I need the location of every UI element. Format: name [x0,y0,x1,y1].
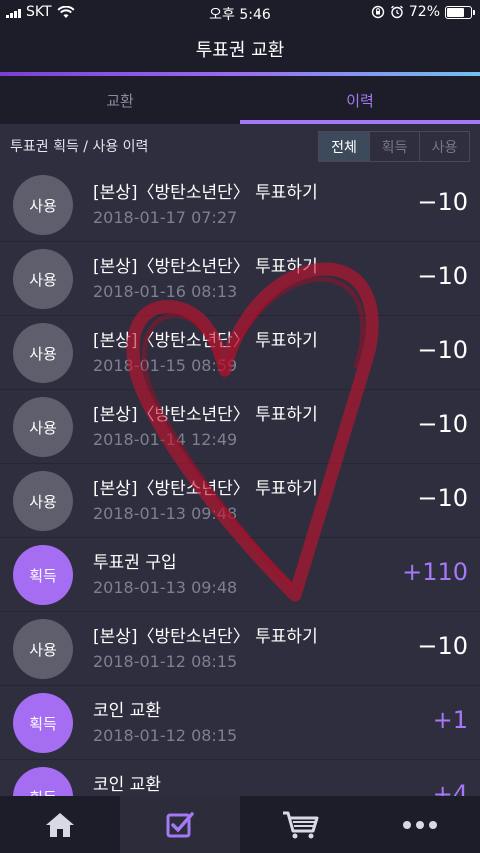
vote-check-icon [166,811,194,837]
status-bar: SKT 오후 5:46 72% [0,0,480,26]
battery-percent: 72% [408,4,440,20]
item-date: 2018-01-17 07:27 [93,208,238,227]
nav-vote[interactable] [120,796,240,853]
item-date: 2018-01-12 08:15 [93,652,238,671]
nav-home[interactable] [0,796,120,853]
item-date: 2018-01-13 09:48 [93,578,238,597]
rotation-lock-icon [371,5,385,19]
item-amount: +110 [402,558,468,586]
list-item[interactable]: 획득 코인 교환 2018-01-12 08:15 +1 [0,686,480,760]
nav-more[interactable] [360,796,480,853]
item-title: [본상]〈방탄소년단〉 투표하기 [93,405,318,425]
acquire-badge: 획득 [13,767,73,796]
item-amount: −10 [417,262,468,290]
page-title: 투표권 교환 [0,26,480,72]
item-title: [본상]〈방탄소년단〉 투표하기 [93,479,318,499]
item-amount: −10 [417,336,468,364]
item-date: 2018-01-13 09:48 [93,504,238,523]
list-item[interactable]: 사용 [본상]〈방탄소년단〉 투표하기 2018-01-12 08:15 −10 [0,612,480,686]
cart-icon [283,811,319,838]
list-item[interactable]: 획득 투표권 구입 2018-01-13 09:48 +110 [0,538,480,612]
item-amount: +1 [432,706,468,734]
item-date: 2018-01-15 08:59 [93,356,238,375]
item-amount: −10 [417,188,468,216]
battery-icon [445,5,475,19]
item-date: 2018-01-14 12:49 [93,430,238,449]
item-title: [본상]〈방탄소년단〉 투표하기 [93,627,318,647]
list-item[interactable]: 사용 [본상]〈방탄소년단〉 투표하기 2018-01-13 09:48 −10 [0,464,480,538]
item-title: 투표권 구입 [93,553,177,573]
use-badge: 사용 [13,175,73,235]
tab-exchange[interactable]: 교환 [0,76,240,124]
list-item[interactable]: 사용 [본상]〈방탄소년단〉 투표하기 2018-01-15 08:59 −10 [0,316,480,390]
list-item[interactable]: 사용 [본상]〈방탄소년단〉 투표하기 2018-01-14 12:49 −10 [0,390,480,464]
alarm-icon [390,5,403,19]
tab-history[interactable]: 이력 [240,76,480,124]
item-amount: −10 [417,484,468,512]
filter-used-button[interactable]: 사용 [419,132,469,161]
use-badge: 사용 [13,249,73,309]
item-title: [본상]〈방탄소년단〉 투표하기 [93,331,318,351]
history-list[interactable]: 사용 [본상]〈방탄소년단〉 투표하기 2018-01-17 07:27 −10… [0,168,480,796]
use-badge: 사용 [13,619,73,679]
more-icon [403,820,437,829]
use-badge: 사용 [13,323,73,383]
filter-row: 투표권 획득 / 사용 이력 전체 획득 사용 [0,124,480,168]
item-title: 코인 교환 [93,775,161,795]
list-item[interactable]: 획득 코인 교환 +4 [0,760,480,796]
filter-label: 투표권 획득 / 사용 이력 [10,139,149,155]
status-bar-right: 72% [371,4,475,20]
filter-segmented-control: 전체 획득 사용 [318,131,470,162]
item-date: 2018-01-12 08:15 [93,726,238,745]
nav-shop[interactable] [240,796,360,853]
acquire-badge: 획득 [13,545,73,605]
item-amount: −10 [417,410,468,438]
item-title: 코인 교환 [93,701,161,721]
bottom-nav [0,796,480,853]
use-badge: 사용 [13,397,73,457]
item-title: [본상]〈방탄소년단〉 투표하기 [93,257,318,277]
use-badge: 사용 [13,471,73,531]
acquire-badge: 획득 [13,693,73,753]
list-item[interactable]: 사용 [본상]〈방탄소년단〉 투표하기 2018-01-16 08:13 −10 [0,242,480,316]
home-icon [46,812,74,837]
list-item[interactable]: 사용 [본상]〈방탄소년단〉 투표하기 2018-01-17 07:27 −10 [0,168,480,242]
tab-bar: 교환 이력 [0,76,480,124]
item-amount: +4 [432,780,468,796]
filter-acquired-button[interactable]: 획득 [369,132,419,161]
item-amount: −10 [417,632,468,660]
item-title: [본상]〈방탄소년단〉 투표하기 [93,183,318,203]
filter-all-button[interactable]: 전체 [319,132,369,161]
item-date: 2018-01-16 08:13 [93,282,238,301]
